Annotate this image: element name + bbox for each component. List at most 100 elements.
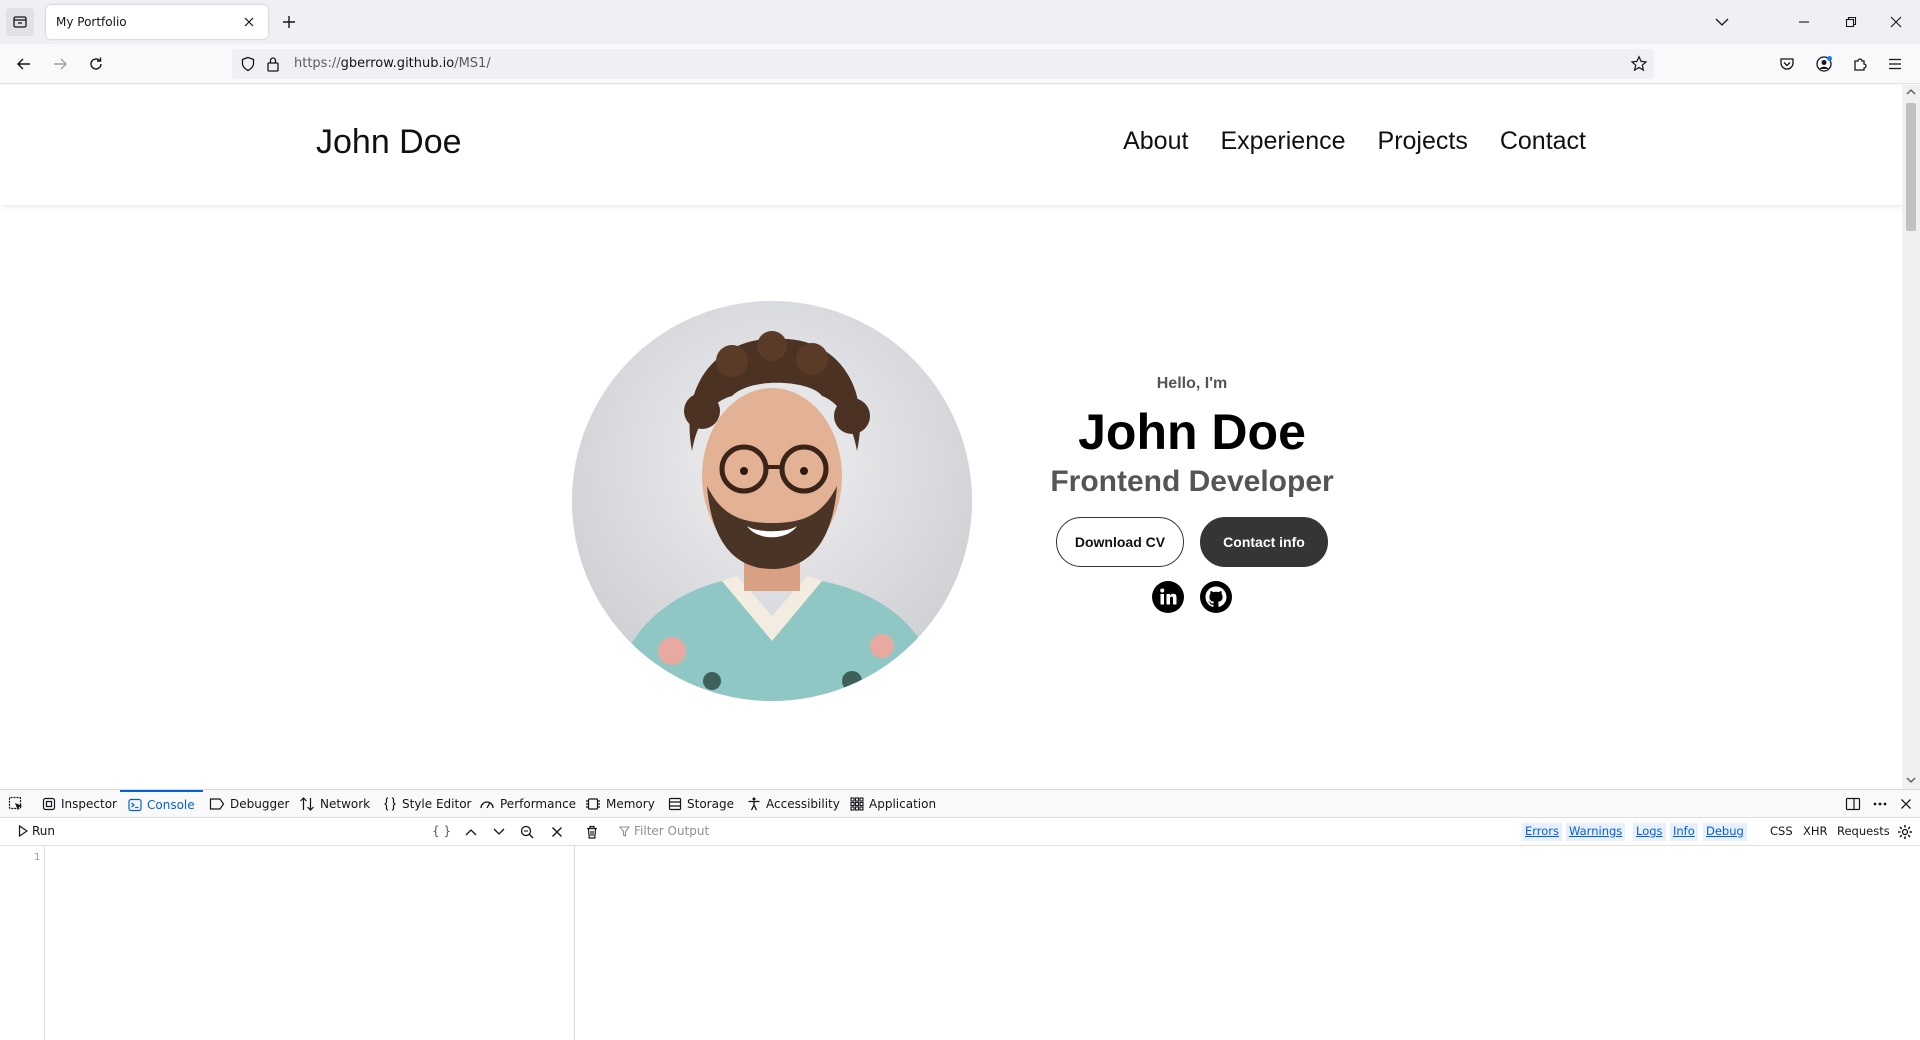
- console-output: [576, 846, 1920, 1040]
- scroll-up-arrow-icon[interactable]: [1906, 87, 1916, 97]
- hero-text: Hello, I'm John Doe Frontend Developer D…: [1042, 375, 1342, 613]
- tab-debugger-label: Debugger: [230, 797, 290, 811]
- tab-my-portfolio[interactable]: My Portfolio: [46, 5, 268, 39]
- tab-storage-label: Storage: [687, 797, 734, 811]
- dock-icon: [1845, 797, 1861, 811]
- tab-memory[interactable]: Memory: [585, 790, 655, 818]
- run-button[interactable]: Run: [18, 824, 55, 838]
- forward-button[interactable]: [48, 52, 72, 76]
- tab-bar: My Portfolio: [0, 0, 1920, 44]
- filter-requests-button[interactable]: Requests: [1837, 824, 1890, 838]
- play-icon: [18, 825, 28, 837]
- editor-gutter: 1: [0, 846, 45, 1040]
- scroll-down-arrow-icon[interactable]: [1906, 775, 1916, 785]
- site-nav: About Experience Projects Contact: [1123, 127, 1586, 156]
- tab-console[interactable]: Console: [120, 790, 203, 818]
- dock-side-button[interactable]: [1845, 790, 1861, 818]
- minimize-button[interactable]: [1792, 10, 1816, 34]
- shield-icon[interactable]: [240, 56, 256, 75]
- scrollbar-thumb[interactable]: [1906, 103, 1916, 231]
- application-grid-icon: [850, 797, 864, 811]
- curly-braces-icon: [384, 797, 396, 811]
- console-editor[interactable]: 1: [0, 846, 575, 1040]
- tab-inspector[interactable]: Inspector: [42, 790, 117, 818]
- filter-icon: [619, 825, 630, 837]
- url-scheme: https://: [294, 56, 341, 71]
- inspector-icon: [42, 797, 56, 811]
- reverse-search-button[interactable]: [518, 823, 536, 841]
- pocket-icon: [1780, 58, 1794, 70]
- tab-accessibility[interactable]: Accessibility: [747, 790, 840, 818]
- list-all-tabs-button[interactable]: [1710, 10, 1734, 34]
- search-icon: [520, 825, 534, 839]
- filter-output-input[interactable]: Filter Output: [619, 824, 709, 838]
- filter-errors-button[interactable]: Errors: [1522, 823, 1563, 841]
- arrow-right-icon: [54, 58, 67, 70]
- restore-button[interactable]: [1839, 10, 1863, 34]
- site-logo[interactable]: John Doe: [316, 123, 462, 162]
- devtools-close-button[interactable]: [1900, 790, 1912, 818]
- tab-network-label: Network: [320, 797, 371, 811]
- new-tab-button[interactable]: [278, 11, 300, 33]
- puzzle-icon: [1854, 58, 1867, 71]
- tab-performance[interactable]: Performance: [479, 790, 576, 818]
- filter-css-button[interactable]: CSS: [1770, 824, 1793, 838]
- console-settings-button[interactable]: [1896, 823, 1914, 841]
- tab-accessibility-label: Accessibility: [766, 797, 840, 811]
- tab-style-editor[interactable]: Style Editor: [383, 790, 471, 818]
- tab-debugger[interactable]: Debugger: [209, 790, 289, 818]
- url-bar[interactable]: https://gberrow.github.io/MS1/: [232, 49, 1654, 79]
- account-button[interactable]: [1812, 52, 1836, 76]
- contact-info-button[interactable]: Contact info: [1200, 517, 1328, 567]
- close-window-button[interactable]: [1884, 10, 1908, 34]
- nav-link-about[interactable]: About: [1123, 127, 1188, 156]
- bookmark-star-icon[interactable]: [1630, 55, 1648, 76]
- nav-link-contact[interactable]: Contact: [1500, 127, 1586, 156]
- filter-placeholder: Filter Output: [634, 824, 710, 838]
- filter-xhr-button[interactable]: XHR: [1803, 824, 1828, 838]
- hamburger-menu-icon: [1889, 58, 1901, 70]
- navigation-toolbar: https://gberrow.github.io/MS1/: [0, 44, 1920, 84]
- tab-close-button[interactable]: [240, 13, 258, 31]
- run-label: Run: [32, 824, 56, 838]
- social-links: [1042, 581, 1342, 613]
- firefox-view-button[interactable]: [6, 8, 34, 36]
- plus-icon: [283, 16, 295, 28]
- linkedin-icon[interactable]: [1152, 581, 1184, 613]
- element-picker-button[interactable]: [8, 790, 24, 818]
- hero-greeting: Hello, I'm: [1156, 375, 1228, 392]
- tab-network[interactable]: Network: [299, 790, 370, 818]
- tab-storage[interactable]: Storage: [668, 790, 734, 818]
- tab-performance-label: Performance: [500, 797, 577, 811]
- hero-name: John Doe: [1078, 404, 1306, 460]
- close-editor-button[interactable]: [548, 823, 566, 841]
- url-host: gberrow.github.io: [340, 56, 455, 71]
- devtools-menu-button[interactable]: [1872, 790, 1888, 818]
- lock-icon[interactable]: [266, 56, 280, 75]
- nav-link-projects[interactable]: Projects: [1378, 127, 1468, 156]
- chevron-up-icon: [465, 829, 477, 836]
- download-cv-button[interactable]: Download CV: [1056, 517, 1184, 567]
- console-icon: [128, 798, 142, 812]
- history-down-button[interactable]: [490, 823, 508, 841]
- history-up-button[interactable]: [462, 823, 480, 841]
- app-menu-button[interactable]: [1883, 52, 1907, 76]
- page-scrollbar[interactable]: [1902, 85, 1920, 789]
- filter-debug-button[interactable]: Debug: [1703, 823, 1747, 841]
- clear-console-button[interactable]: [583, 823, 601, 841]
- url-text[interactable]: https://gberrow.github.io/MS1/: [294, 56, 491, 71]
- filter-info-button[interactable]: Info: [1670, 823, 1698, 841]
- tab-application-label: Application: [869, 797, 937, 811]
- pocket-button[interactable]: [1775, 52, 1799, 76]
- devtools-panel: Inspector Console Debugger Network Style…: [0, 789, 1920, 1040]
- reload-button[interactable]: [84, 52, 108, 76]
- nav-link-experience[interactable]: Experience: [1220, 127, 1345, 156]
- github-icon[interactable]: [1200, 581, 1232, 613]
- site-header: John Doe About Experience Projects Conta…: [0, 85, 1902, 205]
- pretty-print-button[interactable]: { }: [432, 824, 451, 838]
- filter-logs-button[interactable]: Logs: [1633, 823, 1666, 841]
- tab-application[interactable]: Application: [850, 790, 936, 818]
- extensions-button[interactable]: [1848, 52, 1872, 76]
- back-button[interactable]: [12, 52, 36, 76]
- filter-warnings-button[interactable]: Warnings: [1566, 823, 1626, 841]
